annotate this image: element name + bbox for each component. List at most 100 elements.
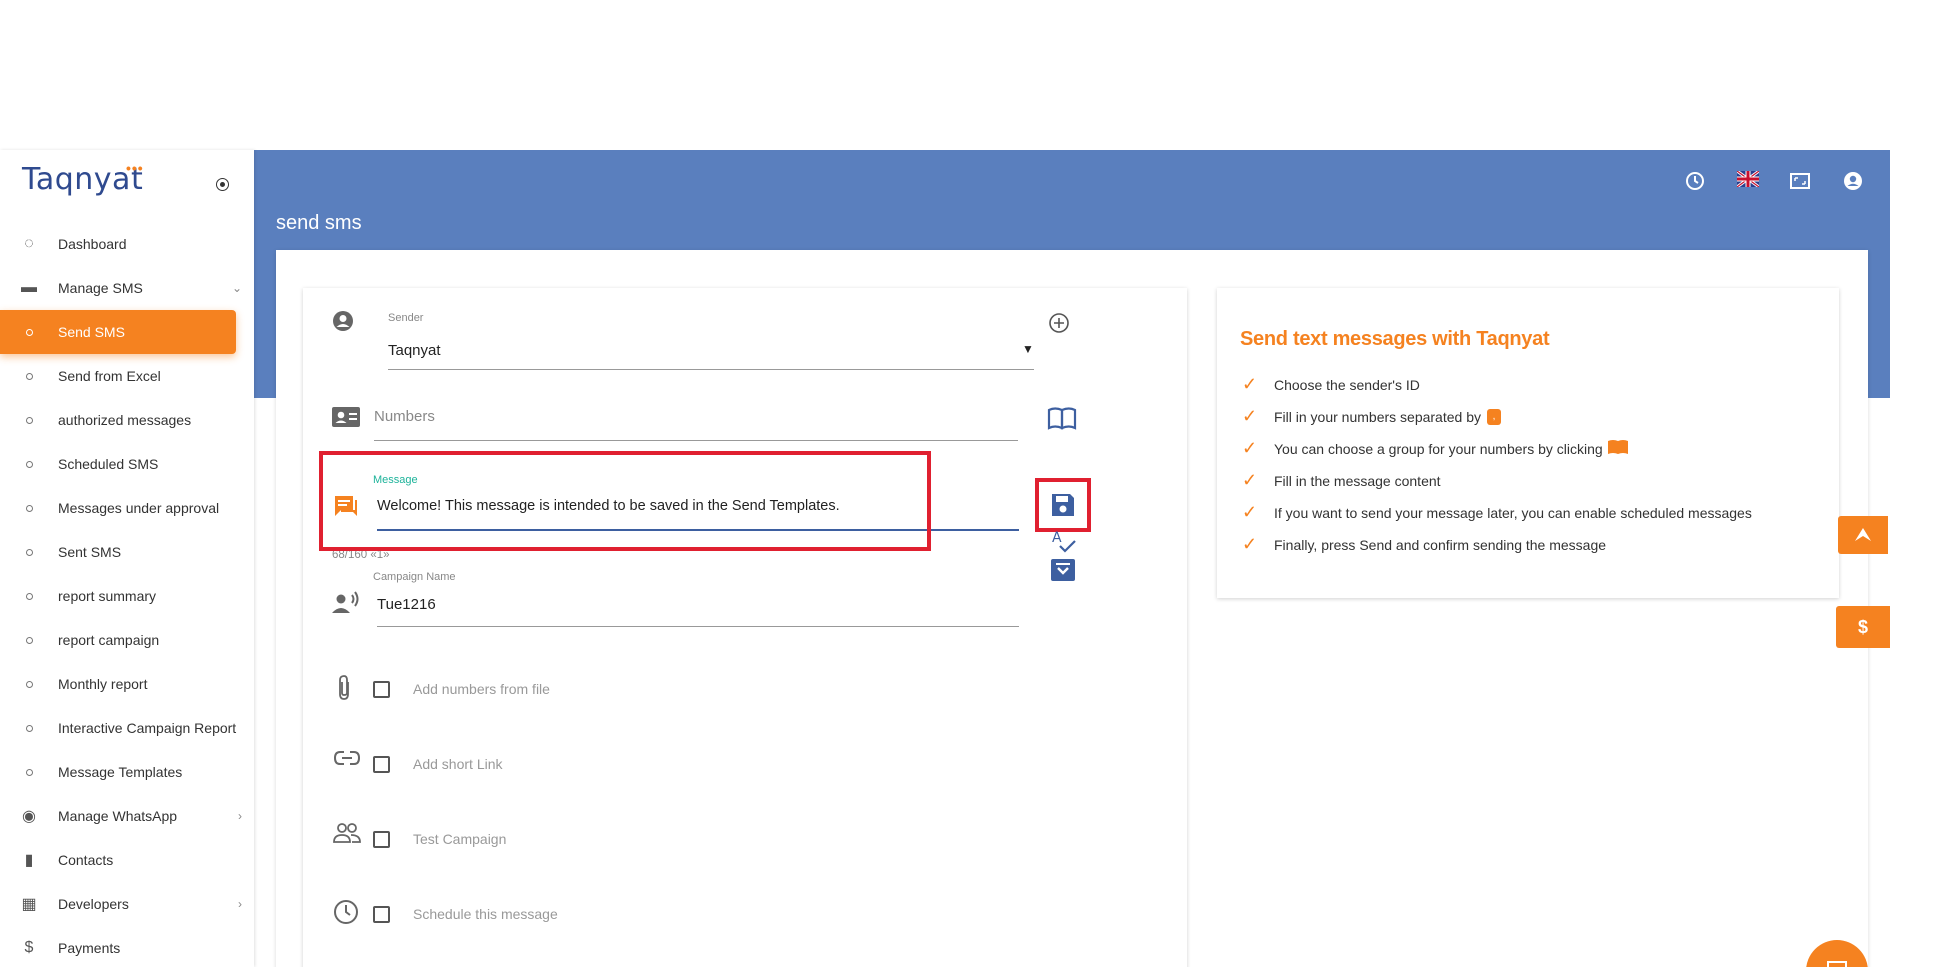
- sidebar-item-label: Interactive Campaign Report: [58, 720, 237, 736]
- sender-underline: [388, 369, 1034, 370]
- book-icon: ▮: [24, 852, 34, 869]
- sidebar-item-report-summary[interactable]: report summary: [0, 574, 254, 618]
- info-step: ✓ If you want to send your message later…: [1242, 502, 1752, 522]
- phonebook-icon[interactable]: [1047, 406, 1077, 435]
- sidebar-item-manage-sms[interactable]: ▬ Manage SMS ⌄: [0, 266, 254, 310]
- info-step: ✓ Choose the sender's ID: [1242, 374, 1420, 394]
- send-sms-form: [303, 288, 1187, 967]
- message-textarea[interactable]: Welcome! This message is intended to be …: [377, 498, 840, 514]
- sidebar-nav: ◌ Dashboard ▬ Manage SMS ⌄ Send SMS Send…: [0, 222, 254, 967]
- sidebar-item-label: report campaign: [58, 632, 160, 648]
- archive-template-icon[interactable]: [1050, 558, 1076, 587]
- add-short-link-label: Add short Link: [413, 756, 503, 772]
- sidebar-item-send-sms[interactable]: Send SMS: [0, 310, 236, 354]
- account-circle-icon: [332, 310, 354, 338]
- add-numbers-from-file-label: Add numbers from file: [413, 681, 550, 697]
- sidebar-item-label: Manage SMS: [58, 280, 143, 296]
- balance-dollar-icon[interactable]: $: [1836, 606, 1890, 648]
- sidebar-item-dashboard[interactable]: ◌ Dashboard: [0, 222, 254, 266]
- check-icon: ✓: [1242, 502, 1258, 522]
- check-icon: ✓: [1242, 438, 1258, 458]
- language-flag-icon[interactable]: [1736, 169, 1760, 192]
- sidebar-item-label: Send from Excel: [58, 368, 161, 384]
- svg-text:A: A: [1052, 530, 1062, 546]
- history-icon[interactable]: [1684, 170, 1706, 192]
- chevron-right-icon: ›: [238, 897, 242, 911]
- sidebar-item-contacts[interactable]: ▮ Contacts: [0, 838, 254, 882]
- info-title: Send text messages with Taqnyat: [1240, 328, 1550, 350]
- sidebar-item-label: Message Templates: [58, 764, 183, 780]
- info-step: ✓ Fill in the message content: [1242, 470, 1441, 490]
- save-template-icon[interactable]: [1050, 492, 1076, 523]
- speaker-person-icon: [331, 591, 361, 621]
- circle-icon: [0, 719, 58, 737]
- fullscreen-icon[interactable]: [1789, 170, 1811, 192]
- logo-dots: •••: [126, 160, 144, 176]
- sidebar-item-label: Sent SMS: [58, 544, 122, 560]
- sidebar-item-messages-under-approval[interactable]: Messages under approval: [0, 486, 254, 530]
- sidebar-item-report-campaign[interactable]: report campaign: [0, 618, 254, 662]
- info-step: ✓ You can choose a group for your number…: [1242, 438, 1629, 459]
- contact-card-icon: [331, 406, 361, 434]
- sidebar-item-payments[interactable]: $ Payments: [0, 926, 254, 967]
- circle-icon: [0, 631, 58, 649]
- circle-icon: [0, 587, 58, 605]
- campaign-name-input[interactable]: Tue1216: [377, 596, 436, 613]
- sidebar-item-scheduled-sms[interactable]: Scheduled SMS: [0, 442, 254, 486]
- sidebar-item-label: Developers: [58, 896, 129, 912]
- char-count: 68/160 «1»: [332, 549, 390, 561]
- sidebar-item-manage-whatsapp[interactable]: ◉ Manage WhatsApp ›: [0, 794, 254, 838]
- add-sender-icon[interactable]: [1048, 312, 1070, 339]
- sidebar-item-developers[interactable]: ▦ Developers ›: [0, 882, 254, 926]
- circle-icon: [0, 455, 58, 473]
- sidebar-toggle[interactable]: [216, 178, 229, 191]
- sidebar-item-label: authorized messages: [58, 412, 192, 428]
- sidebar-item-label: Manage WhatsApp: [58, 808, 178, 824]
- whatsapp-icon: ◉: [22, 808, 36, 825]
- test-campaign-checkbox[interactable]: [373, 831, 390, 848]
- comma-badge-icon: ,: [1487, 408, 1501, 425]
- sender-select[interactable]: Taqnyat: [388, 342, 441, 359]
- sidebar-item-message-templates[interactable]: Message Templates: [0, 750, 254, 794]
- dropdown-arrow-icon[interactable]: ▼: [1022, 342, 1034, 356]
- add-short-link-checkbox[interactable]: [373, 756, 390, 773]
- campaign-underline: [377, 626, 1019, 627]
- chat-bubble-icon: [333, 494, 359, 524]
- sidebar-item-authorized-messages[interactable]: authorized messages: [0, 398, 254, 442]
- spellcheck-icon[interactable]: A: [1050, 530, 1076, 559]
- sidebar-item-label: report summary: [58, 588, 157, 604]
- quick-send-icon[interactable]: [1838, 516, 1888, 554]
- sidebar-item-send-from-excel[interactable]: Send from Excel: [0, 354, 254, 398]
- check-icon: ✓: [1242, 406, 1258, 426]
- circle-icon: [0, 499, 58, 517]
- clock-icon: [333, 899, 359, 931]
- message-underline: [377, 529, 1019, 531]
- sidebar: Taqnyat ••• ◌ Dashboard ▬ Manage SMS ⌄ S…: [0, 150, 254, 967]
- sidebar-item-label: Dashboard: [58, 236, 127, 252]
- account-icon[interactable]: [1842, 170, 1864, 192]
- dollar-icon: $: [24, 939, 34, 956]
- developer-icon: ▦: [21, 896, 37, 913]
- numbers-input[interactable]: Numbers: [374, 408, 435, 425]
- sidebar-item-label: Messages under approval: [58, 500, 220, 516]
- sidebar-item-interactive-campaign-report[interactable]: Interactive Campaign Report: [0, 706, 254, 750]
- info-step: ✓ Finally, press Send and confirm sendin…: [1242, 534, 1607, 554]
- sidebar-item-label: Monthly report: [58, 676, 148, 692]
- sidebar-item-sent-sms[interactable]: Sent SMS: [0, 530, 254, 574]
- add-numbers-from-file-checkbox[interactable]: [373, 681, 390, 698]
- book-icon: [1607, 439, 1629, 458]
- schedule-message-checkbox[interactable]: [373, 906, 390, 923]
- circle-icon: [0, 675, 58, 693]
- sidebar-item-monthly-report[interactable]: Monthly report: [0, 662, 254, 706]
- palette-icon: ◌: [24, 235, 34, 252]
- circle-icon: [0, 411, 58, 429]
- page-title: send sms: [276, 212, 362, 234]
- check-icon: ✓: [1242, 470, 1258, 490]
- sidebar-item-label: Send SMS: [58, 324, 125, 340]
- check-icon: ✓: [1242, 534, 1258, 554]
- campaign-label: Campaign Name: [373, 571, 456, 583]
- sidebar-item-label: Contacts: [58, 852, 114, 868]
- schedule-message-label: Schedule this message: [413, 906, 558, 922]
- test-campaign-label: Test Campaign: [413, 831, 507, 847]
- circle-icon: [0, 763, 58, 781]
